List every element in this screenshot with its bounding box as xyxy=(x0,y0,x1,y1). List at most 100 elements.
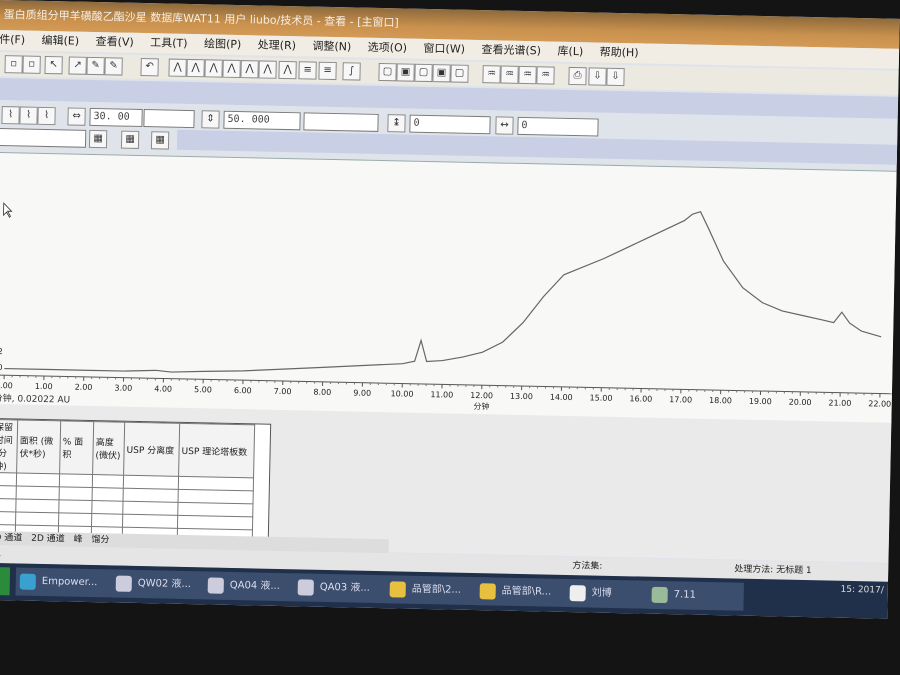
zoom-out-icon[interactable]: ▫ xyxy=(22,55,41,74)
table-cell[interactable] xyxy=(15,511,59,526)
start-button[interactable] xyxy=(0,566,11,596)
table-cell[interactable] xyxy=(91,513,123,528)
menu-library[interactable]: 库(L) xyxy=(557,42,583,63)
window-icon-5[interactable]: ▢ xyxy=(450,64,469,83)
menu-help[interactable]: 帮助(H) xyxy=(599,43,639,64)
tab-3d[interactable]: 3D 通道 xyxy=(0,533,22,544)
table-cell[interactable] xyxy=(122,514,178,529)
x-scale-field-2[interactable] xyxy=(143,109,195,129)
integrate-icon[interactable]: ∫ xyxy=(342,62,361,81)
window-icon-2[interactable]: ▣ xyxy=(396,63,415,82)
x-tick-label: 12.00 xyxy=(470,391,493,400)
menu-process[interactable]: 处理(R) xyxy=(258,35,297,56)
tab-peaks[interactable]: 峰 xyxy=(73,535,82,545)
col-height[interactable]: 高度 (微伏) xyxy=(92,421,125,476)
tab-fraction[interactable]: 馏分 xyxy=(91,535,109,545)
cursor-icon[interactable]: ↗ xyxy=(68,56,87,75)
table-cell[interactable] xyxy=(58,512,92,527)
table-cell[interactable] xyxy=(16,485,60,500)
table-cell[interactable] xyxy=(123,475,179,490)
table-cell[interactable] xyxy=(0,511,16,525)
peak-icon-5[interactable]: ⋀ xyxy=(240,60,259,79)
menu-view-spectra[interactable]: 查看光谱(S) xyxy=(481,40,541,61)
y-scale-field-2[interactable] xyxy=(303,112,379,132)
offset-icon-2[interactable]: ↔ xyxy=(495,116,514,135)
menu-options[interactable]: 选项(O) xyxy=(368,38,408,59)
offset-field-1[interactable]: 0 xyxy=(409,114,491,135)
list-icon-2[interactable]: ≡ xyxy=(318,61,337,81)
spectrum-icon-2[interactable]: ♒ xyxy=(500,65,519,84)
table-cell[interactable] xyxy=(122,501,179,516)
menu-plot[interactable]: 绘图(P) xyxy=(204,34,242,55)
peak-icon-7[interactable]: ⋀ xyxy=(278,60,297,80)
scale-icon-2[interactable]: ⌇ xyxy=(19,106,38,125)
undo-icon[interactable]: ↶ xyxy=(140,57,159,77)
peak-icon-6[interactable]: ⋀ xyxy=(258,60,277,79)
col-rt[interactable]: 保留时间 (分钟) xyxy=(0,419,18,473)
peak-icon-4[interactable]: ⋀ xyxy=(222,59,241,79)
export-icon[interactable]: ⇩ xyxy=(588,67,607,86)
table-icon[interactable]: ▦ xyxy=(88,129,108,149)
col-usp-res[interactable]: USP 分离度 xyxy=(123,422,180,477)
table-cell[interactable] xyxy=(0,485,17,499)
table-cell[interactable] xyxy=(16,472,60,487)
table-cell[interactable] xyxy=(92,474,124,489)
chromatogram[interactable]: 0.00 1.00 2.00 3.00 4.00 5.00 6.00 7.00 8.00 9.00… xyxy=(0,153,897,424)
peak-icon-1[interactable]: ⋀ xyxy=(168,58,187,77)
task-empower[interactable]: Empower... xyxy=(15,567,123,598)
col-usp-plates[interactable]: USP 理论塔板数 xyxy=(178,423,255,478)
peak-table[interactable]: 保留时间 (分钟) 面积 (微伏*秒) % 面积 高度 (微伏) USP 分离度… xyxy=(0,417,272,582)
table-cell[interactable] xyxy=(92,487,124,502)
zoom-in-icon[interactable]: ▫ xyxy=(4,55,23,74)
menu-file[interactable]: 件(F) xyxy=(0,30,25,51)
menu-view[interactable]: 查看(V) xyxy=(95,32,134,53)
x-tick-label: 15.00 xyxy=(590,393,613,402)
menu-tools[interactable]: 工具(T) xyxy=(150,33,188,54)
menu-window[interactable]: 窗口(W) xyxy=(423,39,465,60)
table-cell[interactable] xyxy=(0,472,17,486)
table-cell[interactable] xyxy=(123,488,179,503)
y-range-icon[interactable]: ⇕ xyxy=(201,110,220,129)
x-scale-field[interactable]: 30. 00 xyxy=(89,107,143,128)
table-cell[interactable] xyxy=(91,500,124,515)
table-cell[interactable] xyxy=(59,486,93,501)
auto-scale-icon[interactable]: ⌇ xyxy=(1,106,20,125)
peak-icon-3[interactable]: ⋀ xyxy=(204,59,223,78)
tab-2d[interactable]: 2D 通道 xyxy=(31,534,65,545)
menu-edit[interactable]: 编辑(E) xyxy=(41,31,79,52)
window-icon-1[interactable]: ▢ xyxy=(378,62,397,82)
col-area[interactable]: 面积 (微伏*秒) xyxy=(16,419,61,474)
offset-icon-1[interactable]: ↨ xyxy=(387,114,406,133)
print-icon[interactable]: ⎙ xyxy=(568,66,587,86)
x-range-icon[interactable]: ⇔ xyxy=(67,107,86,126)
table-cell[interactable] xyxy=(0,498,17,512)
peak-icon-2[interactable]: ⋀ xyxy=(186,58,205,78)
menu-adjust[interactable]: 调整(N) xyxy=(312,37,351,58)
export2-icon[interactable]: ⇩ xyxy=(606,67,625,87)
x-tick-label: 8.00 xyxy=(313,388,331,397)
mouse-cursor-icon xyxy=(3,202,13,218)
table-cell[interactable] xyxy=(15,498,60,513)
pointer-icon[interactable]: ↖ xyxy=(44,55,63,75)
col-pct-area[interactable]: % 面积 xyxy=(59,420,94,475)
x-tick-label: 18.00 xyxy=(709,396,732,405)
draw2-icon[interactable]: ✎ xyxy=(104,57,123,76)
scale-icon-3[interactable]: ⌇ xyxy=(37,106,56,126)
window-icon-4[interactable]: ▣ xyxy=(432,64,451,83)
folder-icon xyxy=(389,581,406,598)
table-cell[interactable] xyxy=(58,499,93,514)
window-icon-3[interactable]: ▢ xyxy=(414,63,433,83)
offset-field-2[interactable]: 0 xyxy=(517,116,599,137)
spectrum-icon-4[interactable]: ♒ xyxy=(536,66,555,85)
spectrum-icon-3[interactable]: ♒ xyxy=(518,65,537,85)
spectrum-icon-1[interactable]: ♒ xyxy=(482,65,501,84)
chart-icon[interactable]: ▦ xyxy=(150,131,170,150)
table-cell[interactable] xyxy=(59,473,93,488)
channel-select[interactable] xyxy=(0,127,87,148)
copy-icon[interactable]: ▦ xyxy=(120,130,140,149)
clock[interactable]: 15: 2017/ xyxy=(840,585,883,596)
list-icon-1[interactable]: ≡ xyxy=(298,61,317,80)
draw-icon[interactable]: ✎ xyxy=(86,56,105,76)
y-scale-field[interactable]: 50. 000 xyxy=(223,110,301,131)
chromatogram-panel[interactable]: 0.00 1.00 2.00 3.00 4.00 5.00 6.00 7.00 8.00 9.00… xyxy=(0,151,897,424)
